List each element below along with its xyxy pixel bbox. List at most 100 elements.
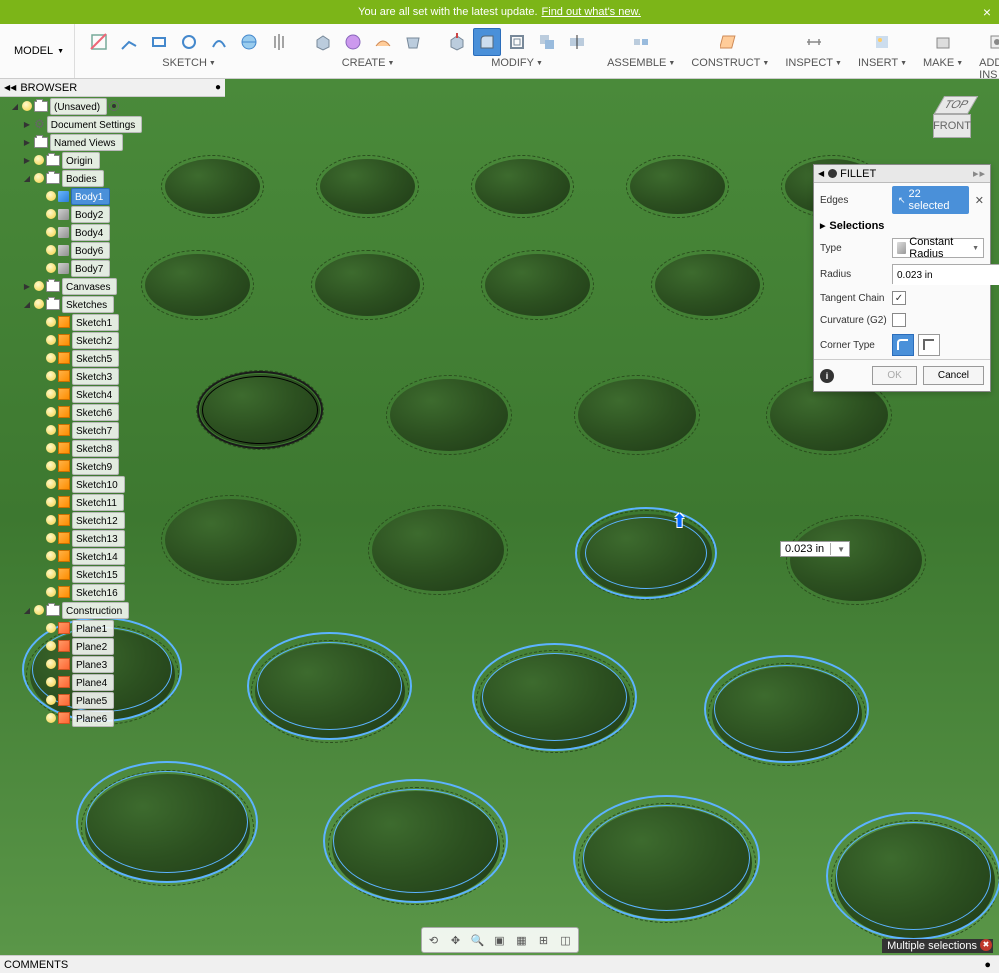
expand-icon[interactable]: ▶ bbox=[22, 156, 32, 165]
revolve-icon[interactable] bbox=[339, 28, 367, 56]
modify-dropdown[interactable]: MODIFY▼ bbox=[491, 57, 543, 69]
loft-icon[interactable] bbox=[399, 28, 427, 56]
construction-node[interactable]: Construction bbox=[62, 602, 129, 619]
plane-node[interactable]: Plane3 bbox=[72, 656, 114, 673]
expand-icon[interactable]: ◢ bbox=[22, 300, 32, 309]
panel-pin-icon[interactable]: ◀ bbox=[818, 169, 824, 178]
visibility-icon[interactable] bbox=[46, 569, 56, 579]
extrude-icon[interactable] bbox=[309, 28, 337, 56]
visibility-icon[interactable] bbox=[46, 245, 56, 255]
sketch-node[interactable]: Sketch5 bbox=[72, 350, 119, 367]
rectangle-icon[interactable] bbox=[145, 28, 173, 56]
sketch-node[interactable]: Sketch14 bbox=[72, 548, 125, 565]
visibility-icon[interactable] bbox=[46, 641, 56, 651]
curvature-checkbox[interactable] bbox=[892, 313, 906, 327]
sketch-node[interactable]: Sketch1 bbox=[72, 314, 119, 331]
visibility-icon[interactable] bbox=[46, 209, 56, 219]
clear-selection-icon[interactable]: ✕ bbox=[975, 194, 984, 207]
sketch-node[interactable]: Sketch10 bbox=[72, 476, 125, 493]
canvases-node[interactable]: Canvases bbox=[62, 278, 117, 295]
zoom-icon[interactable]: 🔍 bbox=[468, 930, 488, 950]
plane-node[interactable]: Plane5 bbox=[72, 692, 114, 709]
dimension-dropdown-icon[interactable]: ▼ bbox=[837, 545, 845, 554]
sketch-node[interactable]: Sketch4 bbox=[72, 386, 119, 403]
inspect-icon[interactable] bbox=[800, 28, 828, 56]
plane-node[interactable]: Plane6 bbox=[72, 710, 114, 727]
banner-close-icon[interactable]: × bbox=[983, 4, 991, 20]
pan-icon[interactable]: ✥ bbox=[446, 930, 466, 950]
selections-header[interactable]: ▶Selections bbox=[814, 217, 990, 235]
visibility-icon[interactable] bbox=[34, 155, 44, 165]
visibility-icon[interactable] bbox=[46, 623, 56, 633]
circle-icon[interactable] bbox=[175, 28, 203, 56]
expand-icon[interactable]: ▸▸ bbox=[973, 167, 986, 180]
expand-icon[interactable]: ▶ bbox=[22, 120, 32, 129]
addins-dropdown[interactable]: ADD-INS▼ bbox=[979, 57, 999, 81]
expand-icon[interactable]: ◢ bbox=[22, 606, 32, 615]
visibility-icon[interactable] bbox=[34, 605, 44, 615]
plane-node[interactable]: Plane2 bbox=[72, 638, 114, 655]
construct-icon[interactable] bbox=[716, 28, 744, 56]
ok-button[interactable]: OK bbox=[872, 366, 916, 385]
inspect-dropdown[interactable]: INSPECT▼ bbox=[785, 57, 842, 69]
body-node[interactable]: Body7 bbox=[71, 260, 110, 277]
highlighted-edge[interactable] bbox=[197, 371, 323, 449]
plane-node[interactable]: Plane4 bbox=[72, 674, 114, 691]
banner-link[interactable]: Find out what's new. bbox=[542, 6, 641, 18]
arc-icon[interactable] bbox=[205, 28, 233, 56]
visibility-icon[interactable] bbox=[46, 191, 56, 201]
comments-pin-icon[interactable]: ● bbox=[984, 959, 991, 971]
assemble-dropdown[interactable]: ASSEMBLE▼ bbox=[607, 57, 675, 69]
sketch-node[interactable]: Sketch8 bbox=[72, 440, 119, 457]
visibility-icon[interactable] bbox=[46, 533, 56, 543]
browser-pin-icon[interactable]: ● bbox=[215, 82, 221, 93]
type-dropdown[interactable]: Constant Radius▼ bbox=[892, 238, 984, 258]
visibility-icon[interactable] bbox=[46, 371, 56, 381]
visibility-icon[interactable] bbox=[46, 317, 56, 327]
shell-icon[interactable] bbox=[503, 28, 531, 56]
create-dropdown[interactable]: CREATE▼ bbox=[342, 57, 395, 69]
sweep-icon[interactable] bbox=[369, 28, 397, 56]
make-dropdown[interactable]: MAKE▼ bbox=[923, 57, 963, 69]
browser-collapse-icon[interactable]: ◀◀ bbox=[4, 83, 16, 92]
corner-setback-icon[interactable] bbox=[918, 334, 940, 356]
visibility-icon[interactable] bbox=[46, 461, 56, 471]
assemble-icon[interactable] bbox=[627, 28, 655, 56]
root-node[interactable]: (Unsaved) bbox=[50, 98, 107, 115]
expand-icon[interactable]: ◢ bbox=[10, 102, 20, 111]
line-icon[interactable] bbox=[115, 28, 143, 56]
viewcube-top[interactable]: TOP bbox=[934, 96, 978, 114]
expand-icon[interactable]: ▶ bbox=[22, 138, 32, 147]
orbit-icon[interactable]: ⟲ bbox=[424, 930, 444, 950]
combine-icon[interactable] bbox=[533, 28, 561, 56]
bodies-node[interactable]: Bodies bbox=[62, 170, 104, 187]
sketches-node[interactable]: Sketches bbox=[62, 296, 114, 313]
visibility-icon[interactable] bbox=[46, 515, 56, 525]
visibility-icon[interactable] bbox=[22, 101, 32, 111]
visibility-icon[interactable] bbox=[46, 425, 56, 435]
info-icon[interactable]: i bbox=[820, 369, 834, 383]
visibility-icon[interactable] bbox=[46, 227, 56, 237]
sketch-node[interactable]: Sketch15 bbox=[72, 566, 125, 583]
presspull-icon[interactable] bbox=[443, 28, 471, 56]
body-node[interactable]: Body4 bbox=[71, 224, 110, 241]
visibility-icon[interactable] bbox=[46, 551, 56, 561]
cancel-button[interactable]: Cancel bbox=[923, 366, 984, 385]
visibility-icon[interactable] bbox=[46, 479, 56, 489]
viewport-icon[interactable]: ◫ bbox=[556, 930, 576, 950]
plane-node[interactable]: Plane1 bbox=[72, 620, 114, 637]
visibility-icon[interactable] bbox=[46, 263, 56, 273]
visibility-icon[interactable] bbox=[46, 659, 56, 669]
visibility-icon[interactable] bbox=[46, 587, 56, 597]
insert-dropdown[interactable]: INSERT▼ bbox=[858, 57, 907, 69]
tangent-checkbox[interactable]: ✓ bbox=[892, 291, 906, 305]
origin-node[interactable]: Origin bbox=[62, 152, 100, 169]
insert-icon[interactable] bbox=[868, 28, 896, 56]
grid-icon[interactable]: ⊞ bbox=[534, 930, 554, 950]
fillet-icon[interactable] bbox=[473, 28, 501, 56]
visibility-icon[interactable] bbox=[46, 407, 56, 417]
selection-badge[interactable]: ↖22 selected bbox=[892, 186, 969, 214]
display-icon[interactable]: ▦ bbox=[512, 930, 532, 950]
body-node[interactable]: Body2 bbox=[71, 206, 110, 223]
dimension-input[interactable]: 0.023 in ▼ bbox=[780, 541, 850, 557]
